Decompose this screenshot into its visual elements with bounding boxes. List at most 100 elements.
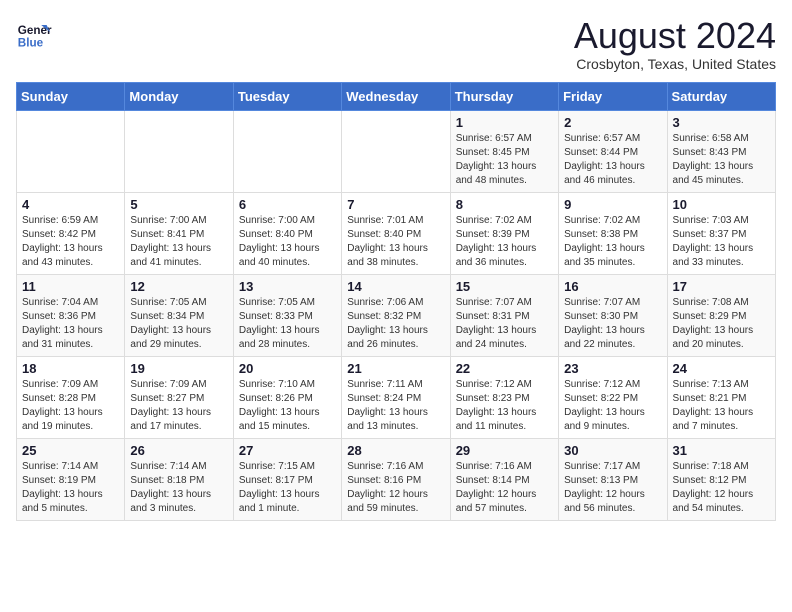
day-info: Sunrise: 7:06 AM Sunset: 8:32 PM Dayligh… xyxy=(347,296,444,352)
day-info: Sunrise: 7:00 AM Sunset: 8:41 PM Dayligh… xyxy=(130,214,227,270)
day-number: 2 xyxy=(564,115,661,130)
day-number: 22 xyxy=(456,361,553,376)
calendar-cell: 11Sunrise: 7:04 AM Sunset: 8:36 PM Dayli… xyxy=(17,274,125,356)
day-info: Sunrise: 7:05 AM Sunset: 8:33 PM Dayligh… xyxy=(239,296,336,352)
calendar-cell: 7 Sunrise: 7:01 AM Sunset: 8:40 PM Daylig… xyxy=(342,192,450,274)
day-info: Sunrise: 7:01 AM Sunset: 8:40 PM Dayligh… xyxy=(347,214,444,270)
calendar-cell: 27 Sunrise: 7:15 AM Sunset: 8:17 PM Dayli… xyxy=(233,438,341,520)
day-info: Sunrise: 7:00 AM Sunset: 8:40 PM Dayligh… xyxy=(239,214,336,270)
day-info: Sunrise: 7:16 AM Sunset: 8:16 PM Dayligh… xyxy=(347,460,444,516)
day-info: Sunrise: 7:03 AM Sunset: 8:37 PM Dayligh… xyxy=(673,214,770,270)
day-number: 18 xyxy=(22,361,119,376)
calendar-cell: 22Sunrise: 7:12 AM Sunset: 8:23 PM Dayli… xyxy=(450,356,558,438)
page-header: General Blue August 2024 Crosbyton, Texa… xyxy=(16,16,776,72)
weekday-header-tuesday: Tuesday xyxy=(233,82,341,110)
day-info: Sunrise: 7:18 AM Sunset: 8:12 PM Dayligh… xyxy=(673,460,770,516)
calendar-cell: 5 Sunrise: 7:00 AM Sunset: 8:41 PM Daylig… xyxy=(125,192,233,274)
day-number: 9 xyxy=(564,197,661,212)
calendar-cell: 19 Sunrise: 7:09 AM Sunset: 8:27 PM Dayli… xyxy=(125,356,233,438)
calendar-cell: 8 Sunrise: 7:02 AM Sunset: 8:39 PM Daylig… xyxy=(450,192,558,274)
day-number: 29 xyxy=(456,443,553,458)
calendar-cell: 14 Sunrise: 7:06 AM Sunset: 8:32 PM Dayli… xyxy=(342,274,450,356)
calendar-cell: 16Sunrise: 7:07 AM Sunset: 8:30 PM Dayli… xyxy=(559,274,667,356)
calendar-cell: 25 Sunrise: 7:14 AM Sunset: 8:19 PM Dayli… xyxy=(17,438,125,520)
day-number: 25 xyxy=(22,443,119,458)
calendar-cell xyxy=(233,110,341,192)
day-info: Sunrise: 7:02 AM Sunset: 8:39 PM Dayligh… xyxy=(456,214,553,270)
day-info: Sunrise: 7:05 AM Sunset: 8:34 PM Dayligh… xyxy=(130,296,227,352)
calendar-cell: 17 Sunrise: 7:08 AM Sunset: 8:29 PM Dayli… xyxy=(667,274,775,356)
day-number: 24 xyxy=(673,361,770,376)
day-info: Sunrise: 7:15 AM Sunset: 8:17 PM Dayligh… xyxy=(239,460,336,516)
calendar-cell: 31 Sunrise: 7:18 AM Sunset: 8:12 PM Dayli… xyxy=(667,438,775,520)
day-info: Sunrise: 6:59 AM Sunset: 8:42 PM Dayligh… xyxy=(22,214,119,270)
week-row-2: 4Sunrise: 6:59 AM Sunset: 8:42 PM Daylig… xyxy=(17,192,776,274)
day-info: Sunrise: 7:02 AM Sunset: 8:38 PM Dayligh… xyxy=(564,214,661,270)
day-info: Sunrise: 7:16 AM Sunset: 8:14 PM Dayligh… xyxy=(456,460,553,516)
month-title: August 2024 xyxy=(574,16,776,56)
day-number: 1 xyxy=(456,115,553,130)
calendar-cell: 26 Sunrise: 7:14 AM Sunset: 8:18 PM Dayli… xyxy=(125,438,233,520)
day-number: 19 xyxy=(130,361,227,376)
weekday-header-wednesday: Wednesday xyxy=(342,82,450,110)
day-info: Sunrise: 6:58 AM Sunset: 8:43 PM Dayligh… xyxy=(673,132,770,188)
day-number: 21 xyxy=(347,361,444,376)
calendar-cell: 2Sunrise: 6:57 AM Sunset: 8:44 PM Daylig… xyxy=(559,110,667,192)
day-number: 27 xyxy=(239,443,336,458)
day-info: Sunrise: 7:07 AM Sunset: 8:30 PM Dayligh… xyxy=(564,296,661,352)
calendar-table: SundayMondayTuesdayWednesdayThursdayFrid… xyxy=(16,82,776,521)
calendar-cell: 29 Sunrise: 7:16 AM Sunset: 8:14 PM Dayli… xyxy=(450,438,558,520)
day-number: 14 xyxy=(347,279,444,294)
title-block: August 2024 Crosbyton, Texas, United Sta… xyxy=(574,16,776,72)
day-info: Sunrise: 7:14 AM Sunset: 8:18 PM Dayligh… xyxy=(130,460,227,516)
day-info: Sunrise: 7:04 AM Sunset: 8:36 PM Dayligh… xyxy=(22,296,119,352)
calendar-cell: 1 Sunrise: 6:57 AM Sunset: 8:45 PM Daylig… xyxy=(450,110,558,192)
weekday-header-saturday: Saturday xyxy=(667,82,775,110)
day-number: 8 xyxy=(456,197,553,212)
week-row-1: 1 Sunrise: 6:57 AM Sunset: 8:45 PM Daylig… xyxy=(17,110,776,192)
calendar-cell: 23 Sunrise: 7:12 AM Sunset: 8:22 PM Dayli… xyxy=(559,356,667,438)
day-info: Sunrise: 7:11 AM Sunset: 8:24 PM Dayligh… xyxy=(347,378,444,434)
day-number: 15 xyxy=(456,279,553,294)
location-subtitle: Crosbyton, Texas, United States xyxy=(574,56,776,72)
logo-icon: General Blue xyxy=(16,16,52,52)
day-info: Sunrise: 6:57 AM Sunset: 8:45 PM Dayligh… xyxy=(456,132,553,188)
day-info: Sunrise: 7:13 AM Sunset: 8:21 PM Dayligh… xyxy=(673,378,770,434)
day-info: Sunrise: 7:14 AM Sunset: 8:19 PM Dayligh… xyxy=(22,460,119,516)
calendar-cell xyxy=(125,110,233,192)
day-info: Sunrise: 7:17 AM Sunset: 8:13 PM Dayligh… xyxy=(564,460,661,516)
day-number: 3 xyxy=(673,115,770,130)
week-row-5: 25 Sunrise: 7:14 AM Sunset: 8:19 PM Dayli… xyxy=(17,438,776,520)
calendar-cell xyxy=(17,110,125,192)
day-info: Sunrise: 7:07 AM Sunset: 8:31 PM Dayligh… xyxy=(456,296,553,352)
day-number: 13 xyxy=(239,279,336,294)
day-number: 5 xyxy=(130,197,227,212)
day-info: Sunrise: 7:08 AM Sunset: 8:29 PM Dayligh… xyxy=(673,296,770,352)
weekday-header-thursday: Thursday xyxy=(450,82,558,110)
day-number: 7 xyxy=(347,197,444,212)
calendar-cell: 13 Sunrise: 7:05 AM Sunset: 8:33 PM Dayli… xyxy=(233,274,341,356)
svg-text:Blue: Blue xyxy=(18,37,44,50)
day-info: Sunrise: 7:12 AM Sunset: 8:22 PM Dayligh… xyxy=(564,378,661,434)
weekday-header-friday: Friday xyxy=(559,82,667,110)
day-number: 26 xyxy=(130,443,227,458)
day-info: Sunrise: 7:09 AM Sunset: 8:27 PM Dayligh… xyxy=(130,378,227,434)
calendar-cell: 6 Sunrise: 7:00 AM Sunset: 8:40 PM Daylig… xyxy=(233,192,341,274)
calendar-cell: 3 Sunrise: 6:58 AM Sunset: 8:43 PM Daylig… xyxy=(667,110,775,192)
day-number: 28 xyxy=(347,443,444,458)
calendar-cell: 18Sunrise: 7:09 AM Sunset: 8:28 PM Dayli… xyxy=(17,356,125,438)
day-number: 6 xyxy=(239,197,336,212)
calendar-cell: 30 Sunrise: 7:17 AM Sunset: 8:13 PM Dayli… xyxy=(559,438,667,520)
day-number: 12 xyxy=(130,279,227,294)
day-info: Sunrise: 7:10 AM Sunset: 8:26 PM Dayligh… xyxy=(239,378,336,434)
week-row-3: 11Sunrise: 7:04 AM Sunset: 8:36 PM Dayli… xyxy=(17,274,776,356)
calendar-cell xyxy=(342,110,450,192)
weekday-header-row: SundayMondayTuesdayWednesdayThursdayFrid… xyxy=(17,82,776,110)
day-number: 31 xyxy=(673,443,770,458)
calendar-cell: 12 Sunrise: 7:05 AM Sunset: 8:34 PM Dayli… xyxy=(125,274,233,356)
day-number: 17 xyxy=(673,279,770,294)
calendar-cell: 21 Sunrise: 7:11 AM Sunset: 8:24 PM Dayli… xyxy=(342,356,450,438)
day-number: 30 xyxy=(564,443,661,458)
calendar-cell: 15 Sunrise: 7:07 AM Sunset: 8:31 PM Dayli… xyxy=(450,274,558,356)
day-number: 23 xyxy=(564,361,661,376)
